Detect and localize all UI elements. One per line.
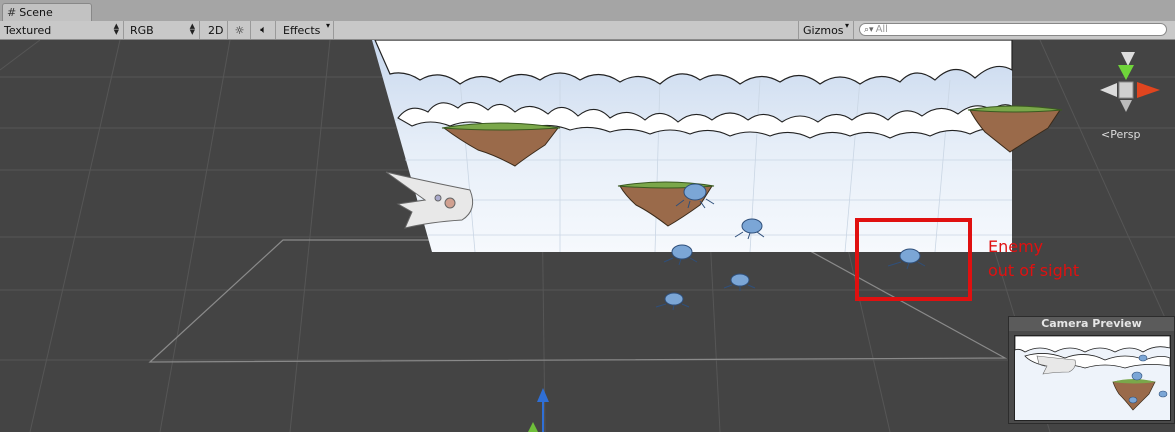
- tab-bar: # Scene: [0, 0, 1175, 22]
- perspective-toggle[interactable]: <Persp: [1101, 128, 1140, 141]
- persp-chevron-icon: <: [1101, 128, 1111, 141]
- annotation-line-2: out of sight: [988, 261, 1080, 280]
- render-mode-dropdown[interactable]: Textured ▲ ▼: [0, 21, 124, 39]
- camera-preview-title: Camera Preview: [1009, 317, 1174, 331]
- color-mode-label: RGB: [130, 23, 154, 37]
- chevron-down-icon: ▾: [844, 21, 849, 30]
- dropdown-arrows-icon: ▲ ▼: [113, 22, 119, 36]
- grid-icon: #: [7, 6, 17, 19]
- camera-preview-render: [1015, 336, 1170, 420]
- toggle-2d-button[interactable]: 2D: [204, 21, 228, 39]
- search-icon: ⌕▾: [864, 24, 874, 35]
- scene-viewport[interactable]: Enemy out of sight <Persp: [0, 40, 1175, 432]
- search-input[interactable]: ⌕▾ All: [859, 23, 1167, 36]
- dropdown-arrows-icon: ▲ ▼: [189, 22, 195, 36]
- effects-dropdown[interactable]: Effects ▾: [279, 21, 334, 39]
- audio-toggle-button[interactable]: 🔈︎: [252, 21, 276, 39]
- gizmos-dropdown[interactable]: Gizmos ▾: [798, 21, 854, 39]
- tab-scene-label: Scene: [19, 6, 53, 19]
- sun-icon: ☼: [234, 23, 245, 37]
- orientation-gizmo[interactable]: [1100, 52, 1160, 112]
- gizmos-label: Gizmos: [803, 23, 844, 37]
- render-mode-label: Textured: [4, 23, 52, 37]
- tab-scene[interactable]: # Scene: [2, 3, 92, 21]
- speaker-icon: 🔈︎: [260, 23, 267, 36]
- camera-preview-image: [1014, 335, 1171, 421]
- camera-preview-panel: Camera Preview: [1008, 316, 1175, 424]
- chevron-down-icon: ▾: [325, 21, 330, 30]
- lighting-toggle-button[interactable]: ☼: [229, 21, 251, 39]
- persp-label: Persp: [1110, 128, 1141, 141]
- effects-label: Effects: [283, 23, 321, 37]
- toggle-2d-label: 2D: [208, 23, 224, 37]
- annotation-line-1: Enemy: [988, 237, 1044, 256]
- search-placeholder: All: [875, 24, 888, 35]
- color-mode-dropdown[interactable]: RGB ▲ ▼: [126, 21, 200, 39]
